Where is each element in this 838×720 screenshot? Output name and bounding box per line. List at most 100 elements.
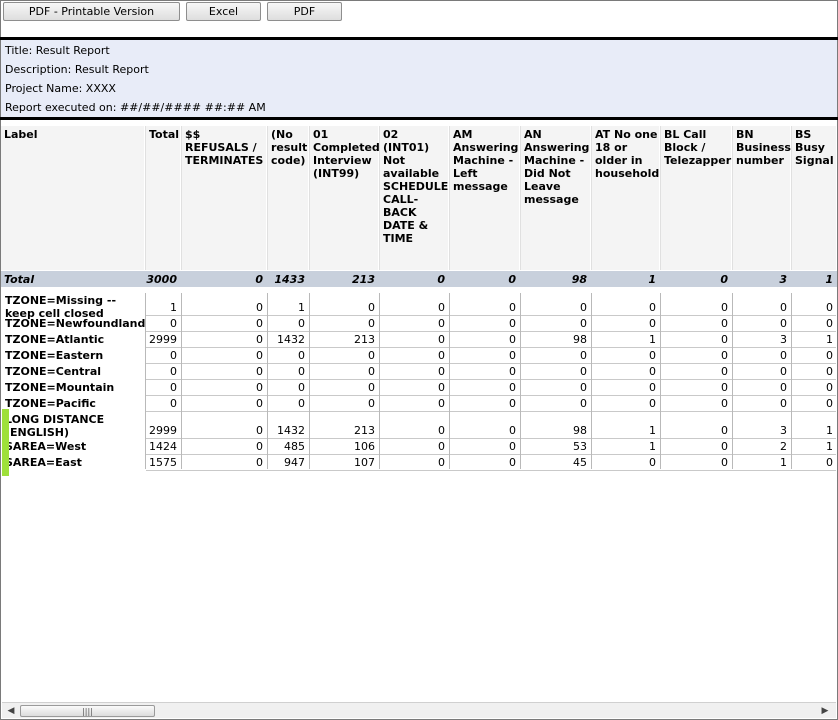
table-cell: 1 (649, 333, 656, 346)
column-header[interactable]: BN Business number (736, 128, 791, 167)
table-cell: 0 (438, 397, 445, 410)
table-cell: 3 (780, 424, 787, 437)
table-cell: 0 (368, 349, 375, 362)
row-highlight-marker (2, 409, 9, 476)
pdf-button[interactable]: PDF (267, 2, 342, 21)
table-cell: 0 (438, 440, 445, 453)
table-cell: 0 (170, 317, 177, 330)
table-cell: 0 (256, 317, 263, 330)
scroll-left-icon[interactable]: ◀ (4, 704, 18, 718)
table-cell: 0 (780, 397, 787, 410)
column-header-bg (1, 126, 144, 270)
column-header[interactable]: $$ REFUSALS / TERMINATES (185, 128, 265, 167)
table-cell: 0 (826, 381, 833, 394)
row-label: SAREA=West (5, 440, 87, 453)
table-cell: 213 (354, 424, 375, 437)
table-cell: 0 (256, 456, 263, 469)
header-divider (267, 126, 268, 270)
header-divider (181, 126, 182, 270)
column-divider (181, 293, 182, 469)
table-cell: 0 (721, 424, 728, 437)
column-header[interactable]: AN Answering Machine - Did Not Leave mes… (524, 128, 589, 206)
row-label: TZONE=Central (5, 365, 102, 378)
table-cell: 2999 (149, 424, 177, 437)
table-cell: 0 (780, 317, 787, 330)
table-cell: 213 (354, 333, 375, 346)
table-cell: 0 (256, 365, 263, 378)
table-cell: 0 (649, 397, 656, 410)
header-divider (791, 126, 792, 270)
table-cell: 0 (256, 424, 263, 437)
header-divider (520, 126, 521, 270)
report-header: Title: Result Report Description: Result… (1, 40, 837, 117)
header-divider (309, 126, 310, 270)
table-cell: 0 (368, 317, 375, 330)
column-header-bg (146, 126, 180, 270)
row-label: TZONE=Pacific (5, 397, 96, 410)
table-cell: 0 (826, 349, 833, 362)
table-cell: 0 (780, 365, 787, 378)
report-project-name: Project Name: XXXX (5, 82, 116, 95)
table-cell: 0 (721, 365, 728, 378)
table-cell: 0 (649, 456, 656, 469)
total-cell: 0 (720, 273, 728, 286)
horizontal-scrollbar[interactable]: ◀ |||| ▶ (2, 702, 836, 718)
row-label: TZONE=Atlantic (5, 333, 105, 346)
table-cell: 0 (438, 424, 445, 437)
pdf-printable-button[interactable]: PDF - Printable Version (3, 2, 180, 21)
column-divider (732, 293, 733, 469)
table-cell: 0 (826, 317, 833, 330)
table-cell: 0 (256, 333, 263, 346)
row-divider (146, 470, 836, 471)
table-cell: 1424 (149, 440, 177, 453)
table-cell: 1 (649, 440, 656, 453)
table-cell: 0 (826, 365, 833, 378)
table-cell: 0 (580, 301, 587, 314)
column-header[interactable]: 01 Completed Interview (INT99) (313, 128, 380, 180)
table-cell: 0 (826, 456, 833, 469)
table-cell: 0 (721, 381, 728, 394)
table-cell: 0 (256, 381, 263, 394)
table-cell: 1 (298, 301, 305, 314)
table-cell: 0 (580, 365, 587, 378)
column-header[interactable]: BL Call Block / Telezapper (664, 128, 731, 167)
table-cell: 0 (298, 349, 305, 362)
column-header[interactable]: BS Busy Signal (795, 128, 835, 167)
column-header-label[interactable]: Label (4, 128, 143, 141)
table-cell: 0 (256, 440, 263, 453)
report-title: Title: Result Report (5, 44, 110, 57)
table-cell: 0 (509, 397, 516, 410)
column-header[interactable]: AT No one 18 or older in household (595, 128, 659, 180)
scrollbar-thumb[interactable]: |||| (20, 705, 155, 717)
table-cell: 1 (649, 424, 656, 437)
table-cell: 1432 (277, 333, 305, 346)
column-divider (145, 293, 146, 469)
scroll-right-icon[interactable]: ▶ (818, 704, 832, 718)
table-cell: 0 (509, 349, 516, 362)
row-label: TZONE=Newfoundland (5, 317, 146, 330)
report-executed-on: Report executed on: ##/##/#### ##:## AM (5, 101, 266, 114)
column-header[interactable]: Total (149, 128, 179, 141)
column-header[interactable]: (No result code) (271, 128, 307, 167)
table-cell: 0 (649, 317, 656, 330)
table-cell: 0 (438, 317, 445, 330)
table-cell: 0 (368, 397, 375, 410)
column-header[interactable]: 02 (INT01) Not available SCHEDULE CALL-B… (383, 128, 448, 245)
header-divider (449, 126, 450, 270)
table-cell: 0 (438, 301, 445, 314)
column-divider (791, 293, 792, 469)
table-cell: 485 (284, 440, 305, 453)
excel-button[interactable]: Excel (186, 2, 261, 21)
table-cell: 0 (298, 365, 305, 378)
table-cell: 107 (354, 456, 375, 469)
table-cell: 2999 (149, 333, 177, 346)
table-cell: 0 (368, 301, 375, 314)
table-cell: 0 (438, 381, 445, 394)
report-description: Description: Result Report (5, 63, 149, 76)
table-cell: 0 (649, 381, 656, 394)
column-header[interactable]: AM Answering Machine - Left message (453, 128, 518, 193)
column-divider (309, 293, 310, 469)
total-cell: 0 (508, 273, 516, 286)
table-cell: 98 (573, 333, 587, 346)
table-cell: 0 (721, 333, 728, 346)
